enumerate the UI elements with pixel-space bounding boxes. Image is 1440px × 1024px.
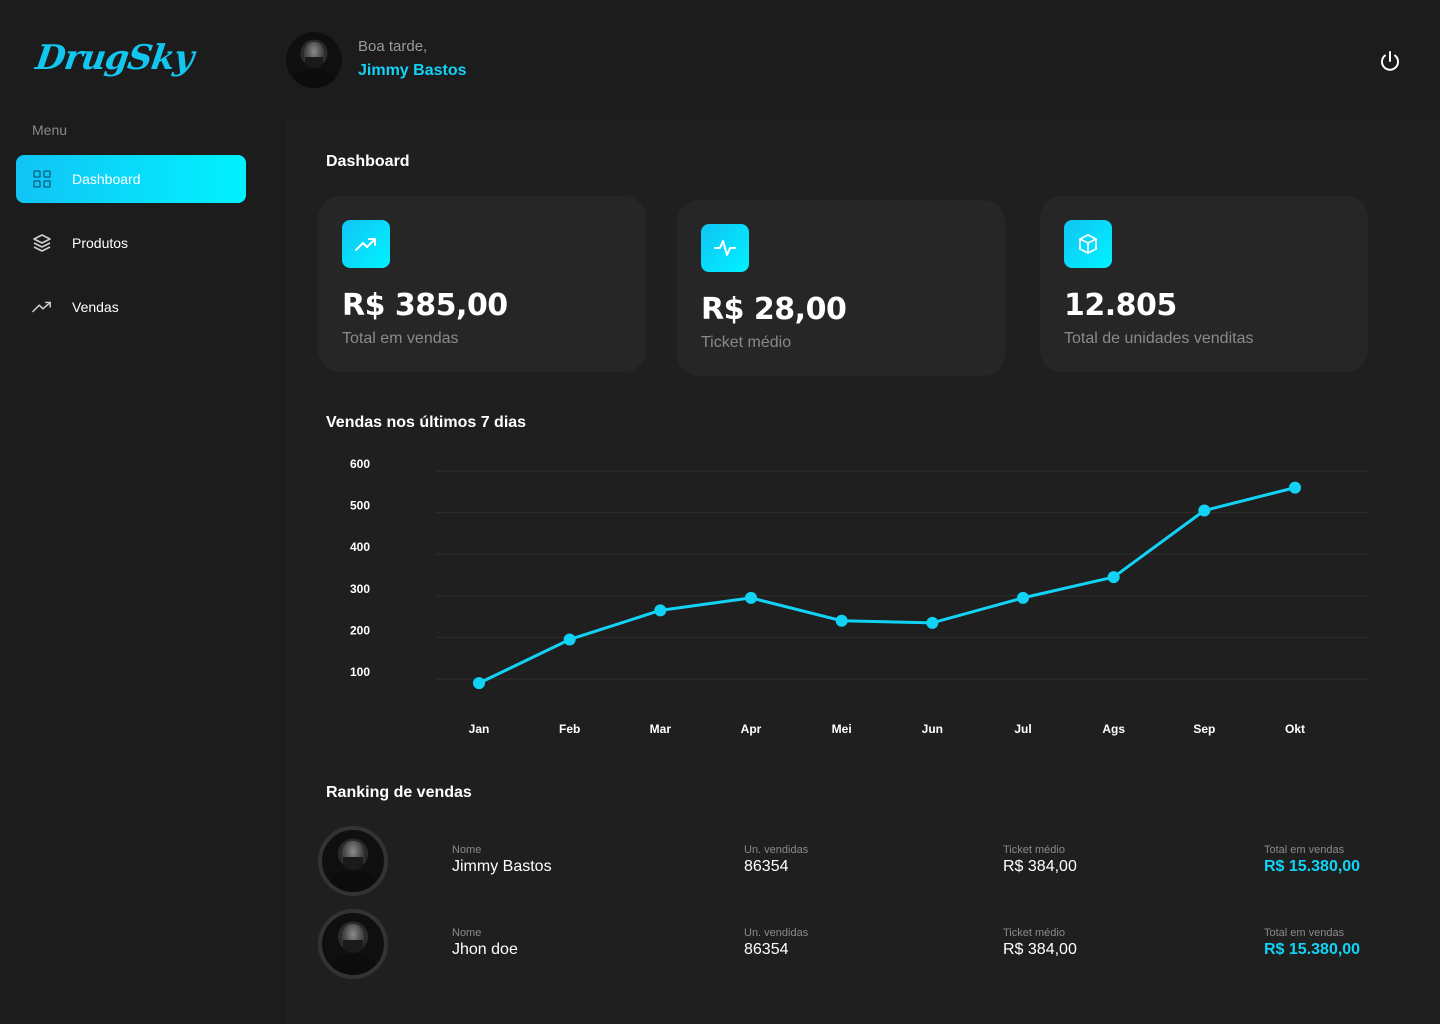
label: Total em vendas xyxy=(1264,927,1345,939)
x-tick-label: Mar xyxy=(650,722,672,736)
ranking-title: Ranking de vendas xyxy=(326,784,472,801)
user-name: Jimmy Bastos xyxy=(358,62,467,79)
label: Un. vendidas xyxy=(744,844,809,856)
x-tick-label: Jan xyxy=(469,722,490,736)
ticket-value: R$ 384,00 xyxy=(1003,941,1077,958)
sidebar-item-dashboard[interactable]: Dashboard xyxy=(16,155,246,203)
stat-value: R$ 385,00 xyxy=(342,288,508,323)
series-line xyxy=(478,486,1296,685)
rank-total-col: Total em vendas R$ 15.380,00 xyxy=(1264,927,1360,959)
data-point[interactable] xyxy=(654,604,667,617)
data-point[interactable] xyxy=(926,616,939,629)
brand-logo[interactable]: DrugSky xyxy=(33,38,195,78)
data-point[interactable] xyxy=(563,633,576,646)
data-point[interactable] xyxy=(1289,481,1301,494)
sidebar: DrugSky Menu Dashboard Produtos Vendas xyxy=(0,0,270,1024)
sidebar-item-produtos[interactable]: Produtos xyxy=(16,219,246,267)
label: Ticket médio xyxy=(1003,844,1065,856)
sidebar-item-label: Produtos xyxy=(72,235,129,251)
y-tick-label: 600 xyxy=(350,457,370,471)
box-icon xyxy=(1064,220,1112,268)
trending-up-icon xyxy=(342,220,390,268)
x-tick-label: Jun xyxy=(922,722,943,736)
label: Nome xyxy=(452,844,482,856)
data-point[interactable] xyxy=(745,591,757,604)
sidebar-item-label: Dashboard xyxy=(72,171,141,187)
power-icon[interactable] xyxy=(1378,49,1402,73)
total-value: R$ 15.380,00 xyxy=(1264,941,1361,958)
label: Total em vendas xyxy=(1264,844,1345,856)
data-point[interactable] xyxy=(1198,504,1211,517)
avatar xyxy=(318,909,388,979)
x-tick-label: Feb xyxy=(559,722,580,736)
avatar xyxy=(318,826,388,896)
sidebar-item-vendas[interactable]: Vendas xyxy=(16,283,246,331)
table-row[interactable]: Nome Jhon doe Un. vendidas 86354 Ticket … xyxy=(318,909,1378,979)
stat-card-unidades: 12.805 Total de unidades venditas xyxy=(1040,196,1368,372)
rank-units-col: Un. vendidas 86354 xyxy=(744,844,808,876)
table-row[interactable]: Nome Jimmy Bastos Un. vendidas 86354 Tic… xyxy=(318,826,1378,896)
stat-value: 12.805 xyxy=(1064,288,1177,323)
stat-card-total-vendas: R$ 385,00 Total em vendas xyxy=(318,196,646,372)
seller-name: Jhon doe xyxy=(452,941,518,958)
stat-caption: Total em vendas xyxy=(342,330,459,347)
x-tick-label: Jul xyxy=(1014,722,1031,736)
seller-name: Jimmy Bastos xyxy=(452,858,552,875)
y-tick-label: 400 xyxy=(350,540,370,554)
stat-caption: Ticket médio xyxy=(701,334,792,351)
label: Un. vendidas xyxy=(744,927,809,939)
units-sold: 86354 xyxy=(744,858,789,875)
grid-icon xyxy=(32,169,52,189)
x-tick-label: Apr xyxy=(741,722,762,736)
x-tick-label: Ags xyxy=(1102,722,1125,736)
rank-name-col: Nome Jimmy Bastos xyxy=(452,844,552,876)
sales-line-chart: 100 200 300 400 500 600 Jan Feb Mar Apr Mei Jun Jul A… xyxy=(340,450,1390,750)
sidebar-item-label: Vendas xyxy=(72,299,119,315)
rank-total-col: Total em vendas R$ 15.380,00 xyxy=(1264,844,1360,876)
label: Ticket médio xyxy=(1003,927,1065,939)
activity-icon xyxy=(701,224,749,272)
page-title: Dashboard xyxy=(326,153,410,170)
label: Nome xyxy=(452,927,482,939)
data-point[interactable] xyxy=(835,614,848,627)
x-tick-label: Sep xyxy=(1193,722,1215,736)
x-tick-label: Mei xyxy=(832,722,852,736)
y-tick-label: 500 xyxy=(350,499,370,513)
data-point[interactable] xyxy=(1107,571,1120,584)
stat-value: R$ 28,00 xyxy=(701,292,847,327)
units-sold: 86354 xyxy=(744,941,789,958)
avatar[interactable] xyxy=(286,32,342,88)
greeting-text: Boa tarde, xyxy=(358,38,428,55)
rank-ticket-col: Ticket médio R$ 384,00 xyxy=(1003,844,1077,876)
rank-name-col: Nome Jhon doe xyxy=(452,927,518,959)
stat-card-ticket-medio: R$ 28,00 Ticket médio xyxy=(677,200,1005,376)
ticket-value: R$ 384,00 xyxy=(1003,858,1077,875)
total-value: R$ 15.380,00 xyxy=(1264,858,1361,875)
stat-caption: Total de unidades venditas xyxy=(1064,330,1254,347)
trending-up-icon xyxy=(32,297,52,317)
layers-icon xyxy=(32,233,52,253)
data-point[interactable] xyxy=(473,677,485,690)
x-tick-label: Okt xyxy=(1285,722,1305,736)
chart-title: Vendas nos últimos 7 dias xyxy=(326,414,527,431)
y-tick-label: 200 xyxy=(350,623,370,637)
data-point[interactable] xyxy=(1017,591,1029,604)
y-tick-label: 300 xyxy=(350,582,370,596)
rank-units-col: Un. vendidas 86354 xyxy=(744,927,808,959)
rank-ticket-col: Ticket médio R$ 384,00 xyxy=(1003,927,1077,959)
y-tick-label: 100 xyxy=(350,665,370,679)
menu-label: Menu xyxy=(32,122,68,138)
